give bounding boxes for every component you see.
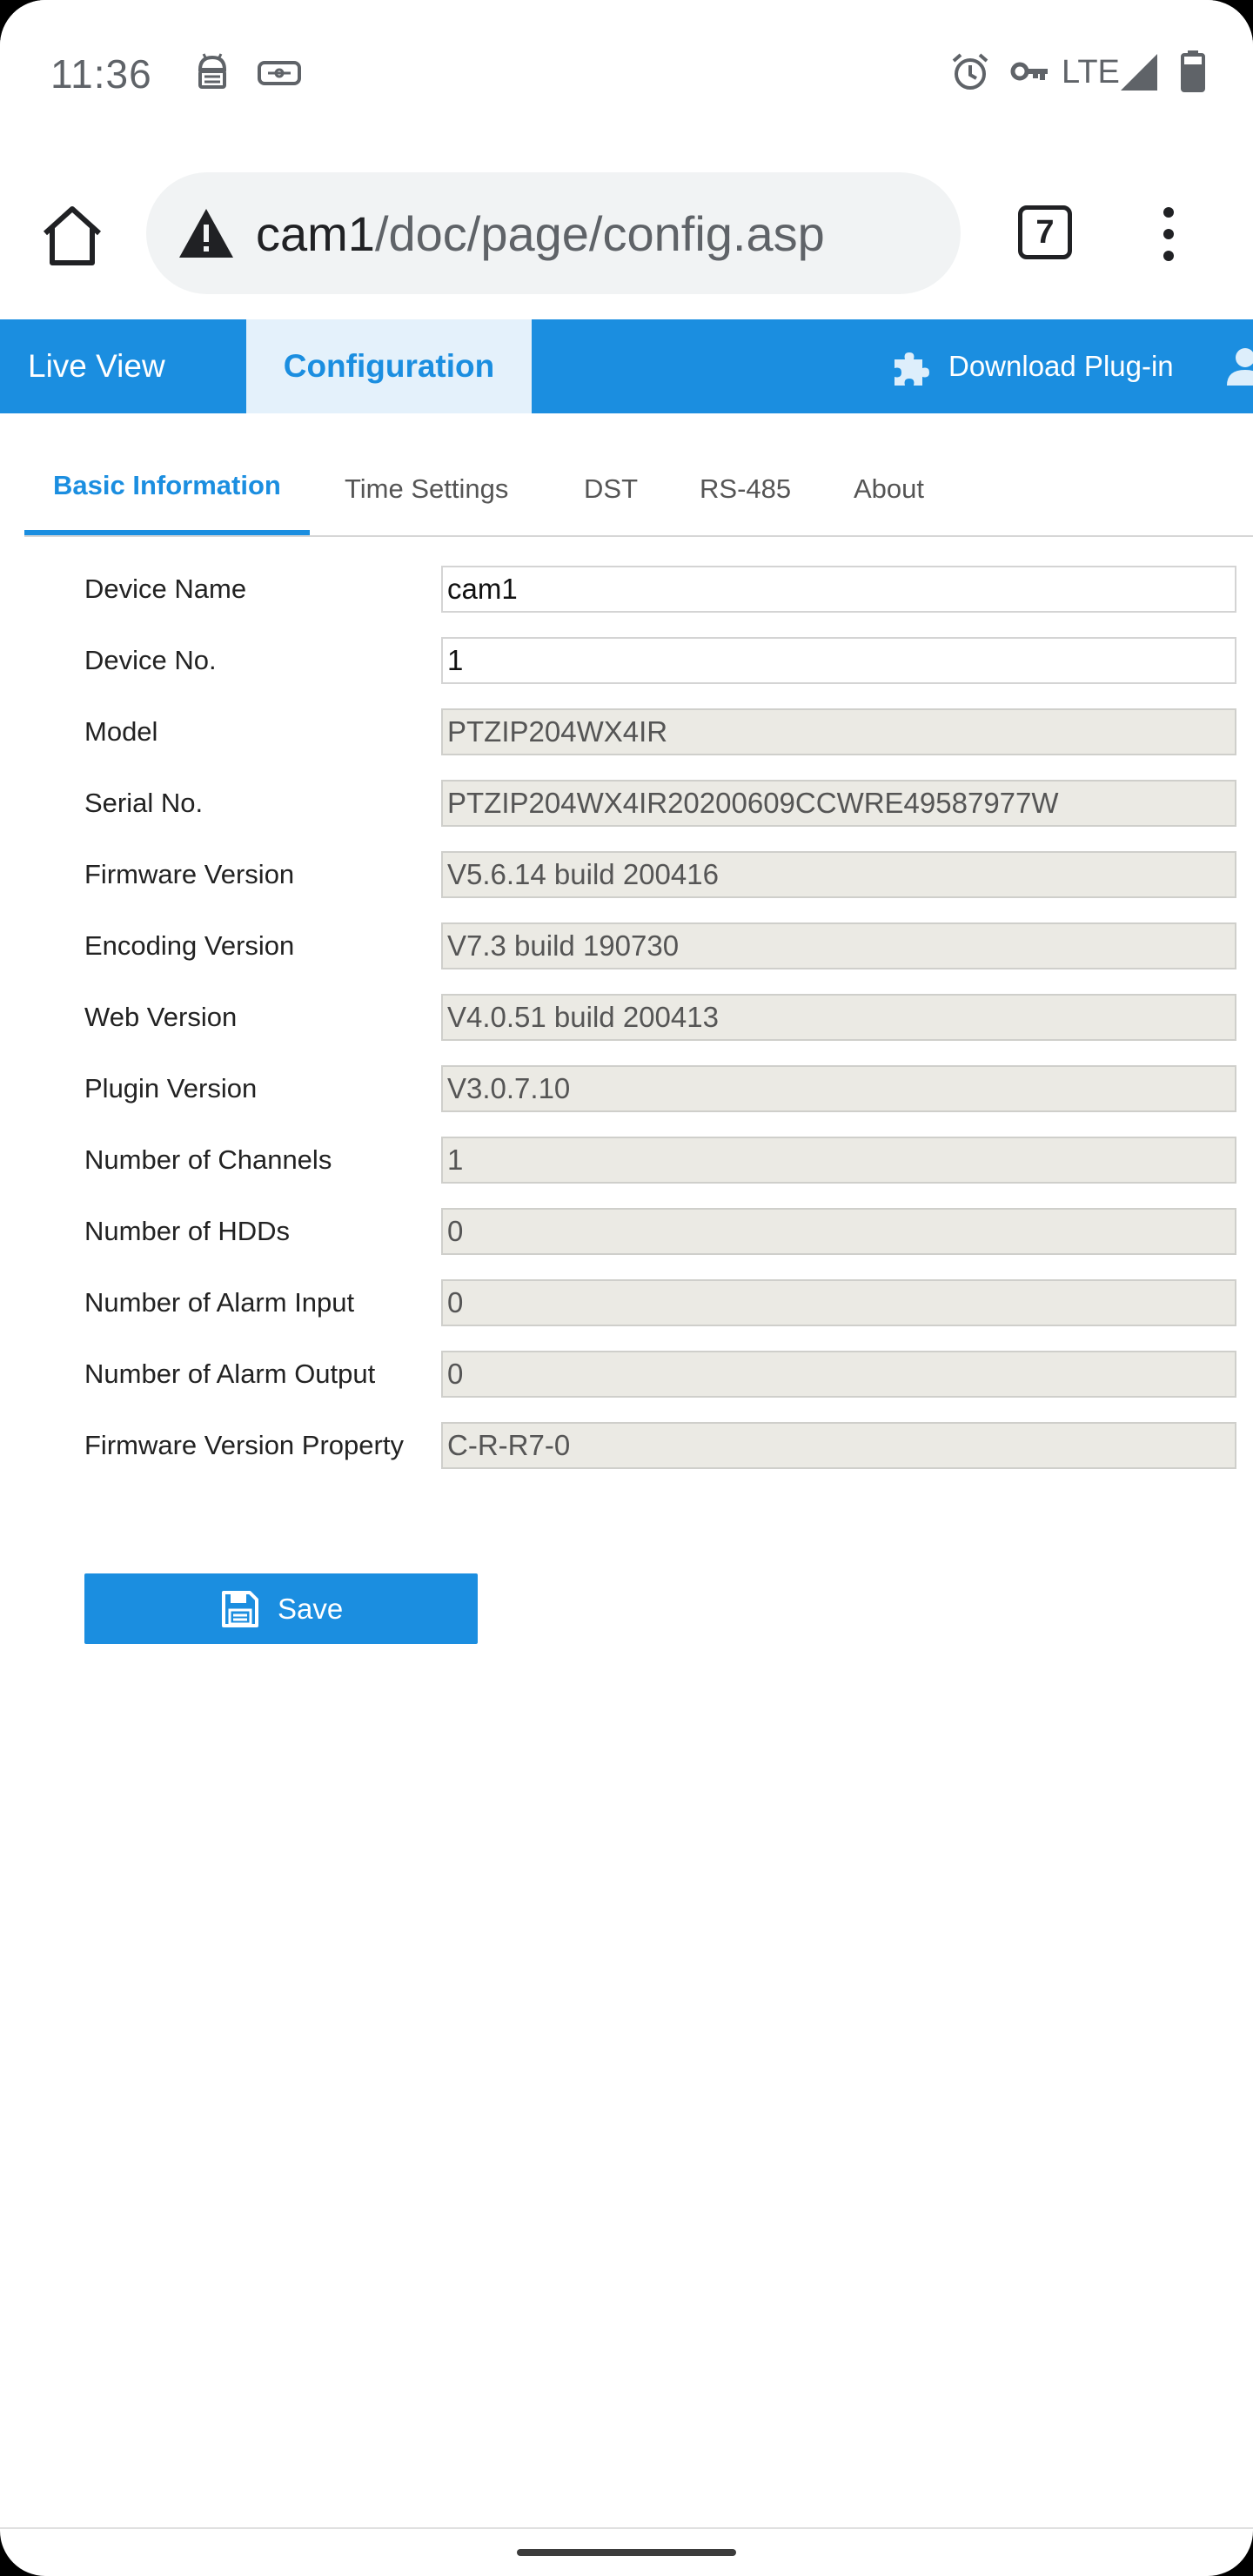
plugin-version-field: V3.0.7.10 — [441, 1065, 1236, 1112]
form-row-firmware-version-property: Firmware Version Property C-R-R7-0 — [0, 1422, 1253, 1469]
firmware-version-field: V5.6.14 build 200416 — [441, 851, 1236, 898]
puzzle-piece-icon — [895, 352, 929, 386]
web-version-label: Web Version — [84, 1002, 238, 1032]
active-tab-indicator — [24, 530, 310, 535]
keyboard-icon — [258, 61, 301, 85]
status-time: 11:36 — [50, 51, 152, 97]
form-row-device-no: Device No. 1 — [0, 637, 1253, 684]
floppy-disk-icon — [222, 1591, 258, 1627]
number-of-hdds-label: Number of HDDs — [84, 1216, 290, 1246]
phone-screen: 11:36 LTE cam1/doc/page/config.asp 7 Liv… — [0, 0, 1253, 2576]
form-row-number-of-hdds: Number of HDDs 0 — [0, 1208, 1253, 1255]
url-path: /doc/page/config.asp — [374, 206, 825, 261]
battery-icon — [1181, 50, 1205, 92]
plugin-version-label: Plugin Version — [84, 1073, 258, 1104]
tab-dst[interactable]: DST — [584, 413, 638, 535]
nav-bar-divider — [0, 2527, 1253, 2529]
form-row-number-of-channels: Number of Channels 1 — [0, 1137, 1253, 1184]
device-name-input[interactable]: cam1 — [441, 566, 1236, 613]
form-row-firmware-version: Firmware Version V5.6.14 build 200416 — [0, 851, 1253, 898]
web-version-field: V4.0.51 build 200413 — [441, 994, 1236, 1041]
user-icon[interactable] — [1225, 345, 1253, 386]
number-of-alarm-input-label: Number of Alarm Input — [84, 1287, 355, 1318]
number-of-channels-field: 1 — [441, 1137, 1236, 1184]
number-of-alarm-output-label: Number of Alarm Output — [84, 1358, 376, 1389]
serial-no-label: Serial No. — [84, 788, 204, 818]
tab-time-settings[interactable]: Time Settings — [345, 413, 508, 535]
form-row-web-version: Web Version V4.0.51 build 200413 — [0, 994, 1253, 1041]
form-row-encoding-version: Encoding Version V7.3 build 190730 — [0, 922, 1253, 969]
nav-configuration[interactable]: Configuration — [246, 319, 532, 413]
form-row-plugin-version: Plugin Version V3.0.7.10 — [0, 1065, 1253, 1112]
form-row-number-of-alarm-output: Number of Alarm Output 0 — [0, 1351, 1253, 1398]
home-icon[interactable] — [38, 202, 106, 270]
form-row-serial-no: Serial No. PTZIP204WX4IR20200609CCWRE495… — [0, 780, 1253, 827]
nav-live-view[interactable]: Live View — [28, 319, 165, 413]
firmware-version-property-label: Firmware Version Property — [84, 1430, 404, 1460]
status-bar: 11:36 LTE — [0, 0, 1253, 148]
encoding-version-label: Encoding Version — [84, 930, 295, 961]
number-of-hdds-field: 0 — [441, 1208, 1236, 1255]
device-no-label: Device No. — [84, 645, 217, 675]
more-options-icon[interactable] — [1147, 205, 1190, 263]
config-sub-tabs: Basic Information Time Settings DST RS-4… — [24, 413, 1253, 537]
form-row-model: Model PTZIP204WX4IR — [0, 708, 1253, 755]
save-button[interactable]: Save — [84, 1573, 478, 1644]
alarm-icon — [952, 53, 988, 90]
serial-no-field: PTZIP204WX4IR20200609CCWRE49587977W — [441, 780, 1236, 827]
android-debug-icon — [198, 53, 227, 89]
url-text[interactable]: cam1/doc/page/config.asp — [256, 205, 825, 262]
model-label: Model — [84, 716, 158, 747]
form-row-number-of-alarm-input: Number of Alarm Input 0 — [0, 1279, 1253, 1326]
number-of-alarm-input-field: 0 — [441, 1279, 1236, 1326]
tab-about[interactable]: About — [854, 413, 924, 535]
number-of-channels-label: Number of Channels — [84, 1144, 332, 1175]
tab-switcher-button[interactable]: 7 — [1018, 205, 1072, 259]
model-field: PTZIP204WX4IR — [441, 708, 1236, 755]
device-name-label: Device Name — [84, 574, 247, 604]
firmware-version-label: Firmware Version — [84, 859, 295, 889]
not-secure-warning-icon[interactable] — [178, 207, 235, 259]
network-type: LTE — [1062, 54, 1120, 91]
vpn-key-icon — [1010, 62, 1048, 81]
number-of-alarm-output-field: 0 — [441, 1351, 1236, 1398]
gesture-home-handle[interactable] — [517, 2549, 736, 2556]
signal-icon — [1121, 54, 1157, 91]
app-nav-bar: Live View Configuration Download Plug-in — [0, 319, 1253, 413]
encoding-version-field: V7.3 build 190730 — [441, 922, 1236, 969]
save-label: Save — [278, 1593, 344, 1625]
browser-toolbar: cam1/doc/page/config.asp 7 — [0, 148, 1253, 319]
firmware-version-property-field: C-R-R7-0 — [441, 1422, 1236, 1469]
form-row-device-name: Device Name cam1 — [0, 566, 1253, 613]
tab-rs-485[interactable]: RS-485 — [700, 413, 791, 535]
tab-basic-information[interactable]: Basic Information — [53, 413, 281, 535]
url-host: cam1 — [256, 206, 375, 261]
address-bar[interactable]: cam1/doc/page/config.asp — [146, 172, 961, 294]
download-plugin-label: Download Plug-in — [948, 350, 1174, 382]
device-no-input[interactable]: 1 — [441, 637, 1236, 684]
